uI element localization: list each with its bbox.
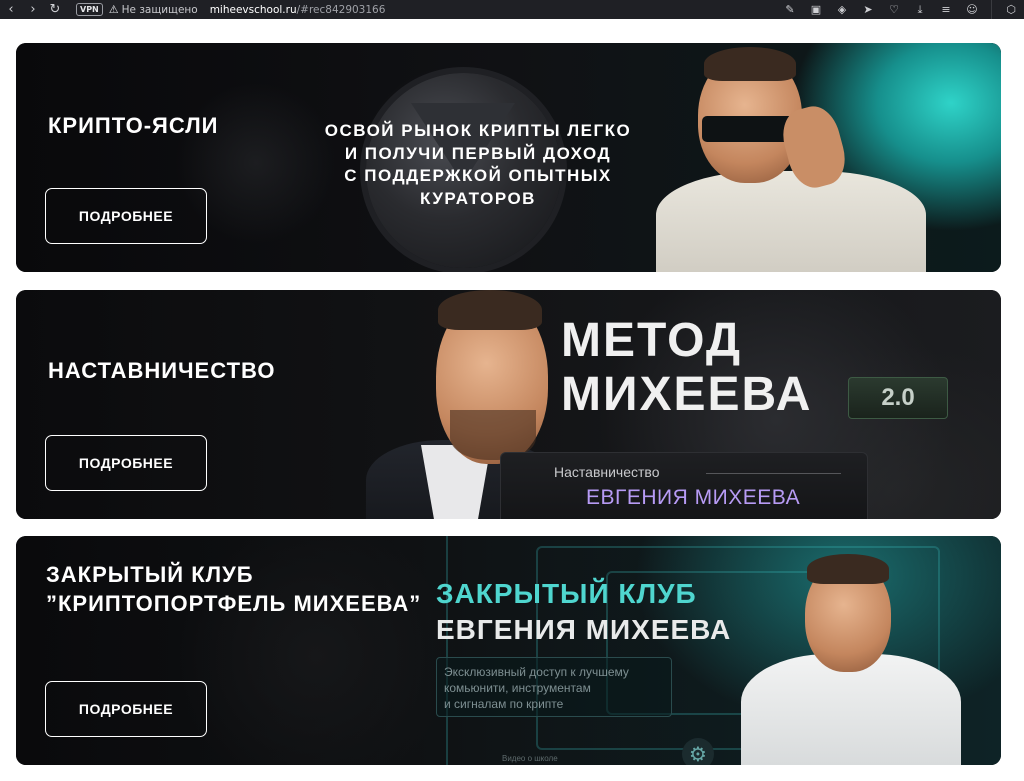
insecure-label[interactable]: Не защищено (122, 4, 198, 16)
banner-title-line: ”КРИПТОПОРТФЕЛЬ МИХЕЕВА” (46, 591, 422, 616)
banner-closed-club: ЗАКРЫТЫЙ КЛУБ ”КРИПТОПОРТФЕЛЬ МИХЕЕВА” З… (16, 536, 1001, 765)
person-hair (438, 290, 542, 330)
toolbar-actions: ✎ ▣ ◈ ➤ ♡ ⤓ ≡ ☺ ⬡ (777, 0, 1024, 19)
banner-title: КРИПТО-ЯСЛИ (48, 111, 218, 140)
mentor-divider (706, 473, 841, 474)
gear-icon: ⚙ (682, 738, 714, 765)
more-button[interactable]: ПОДРОБНЕЕ (45, 681, 207, 737)
person-hair (704, 47, 796, 81)
mentor-name: ЕВГЕНИЯ МИХЕЕВА (586, 486, 801, 509)
reload-icon[interactable]: ↻ (44, 0, 66, 19)
person-shirt (656, 171, 926, 272)
banner-slogan: ОСВОЙ РЫНОК КРИПТЫ ЛЕГКО И ПОЛУЧИ ПЕРВЫЙ… (288, 120, 668, 210)
slogan-line: С ПОДДЕРЖКОЙ ОПЫТНЫХ (344, 166, 612, 185)
method-line: МЕТОД (561, 314, 743, 367)
toolbar-divider (991, 0, 992, 19)
banner-crypto-nursery: КРИПТО-ЯСЛИ ОСВОЙ РЫНОК КРИПТЫ ЛЕГКО И П… (16, 43, 1001, 272)
banner-title-line: НАСТАВНИЧЕСТВО (48, 358, 276, 383)
warning-icon[interactable]: ⚠ (109, 3, 119, 16)
address-bar[interactable]: miheevschool.ru/#rec842903166 (210, 4, 386, 16)
curator-photo (636, 43, 966, 272)
url-host: miheevschool.ru (209, 3, 297, 16)
download-icon[interactable]: ⤓ (907, 3, 933, 17)
banner-title: НАСТАВНИЧЕСТВО (48, 356, 275, 385)
slogan-line: И ПОЛУЧИ ПЕРВЫЙ ДОХОД (344, 143, 612, 163)
club-host-photo (731, 554, 971, 765)
club-description-line: Эксклюзивный доступ к лучшему (444, 665, 629, 679)
edit-icon[interactable]: ✎ (777, 3, 803, 16)
banner-mentorship: НАСТАВНИЧЕСТВО МЕТОД МИХЕЕВА 2.0 Наставн… (16, 290, 1001, 519)
cube-icon[interactable]: ⬡ (998, 3, 1024, 16)
video-label: Видео о школе (502, 754, 558, 763)
menu-icon[interactable]: ≡ (933, 3, 959, 16)
forward-icon[interactable]: › (22, 0, 44, 19)
club-heading-line: ЕВГЕНИЯ МИХЕЕВА (436, 614, 732, 645)
method-line: МИХЕЕВА (561, 368, 813, 421)
profile-icon[interactable]: ☺ (959, 3, 985, 16)
method-heading: МЕТОД МИХЕЕВА (561, 314, 812, 422)
club-heading-line: ЗАКРЫТЫЙ КЛУБ (436, 578, 697, 609)
slogan-line: КУРАТОРОВ (420, 188, 536, 208)
person-hair (807, 554, 889, 584)
mentor-label: Наставничество (554, 464, 660, 480)
banner-title-line: КРИПТО-ЯСЛИ (48, 113, 219, 138)
send-icon[interactable]: ➤ (855, 3, 881, 16)
banner-title: ЗАКРЫТЫЙ КЛУБ ”КРИПТОПОРТФЕЛЬ МИХЕЕВА” (46, 560, 421, 618)
club-description-line: и сигналам по крипте (444, 697, 564, 711)
version-badge: 2.0 (848, 377, 948, 419)
url-path: /#rec842903166 (296, 3, 386, 16)
heart-icon[interactable]: ♡ (881, 3, 907, 16)
back-icon[interactable]: ‹ (0, 0, 22, 19)
shield-icon[interactable]: ◈ (829, 3, 855, 16)
banner-title-line: ЗАКРЫТЫЙ КЛУБ (46, 562, 254, 587)
browser-toolbar: ‹ › ↻ VPN ⚠ Не защищено miheevschool.ru/… (0, 0, 1024, 19)
club-description-line: комьюнити, инструментам (444, 681, 591, 695)
club-description: Эксклюзивный доступ к лучшему комьюнити,… (436, 657, 672, 717)
camera-icon[interactable]: ▣ (803, 3, 829, 16)
club-heading: ЗАКРЫТЫЙ КЛУБ ЕВГЕНИЯ МИХЕЕВА (436, 576, 731, 648)
slogan-line: ОСВОЙ РЫНОК КРИПТЫ ЛЕГКО (324, 121, 632, 140)
vpn-badge[interactable]: VPN (76, 3, 103, 16)
more-button[interactable]: ПОДРОБНЕЕ (45, 188, 207, 244)
more-button[interactable]: ПОДРОБНЕЕ (45, 435, 207, 491)
